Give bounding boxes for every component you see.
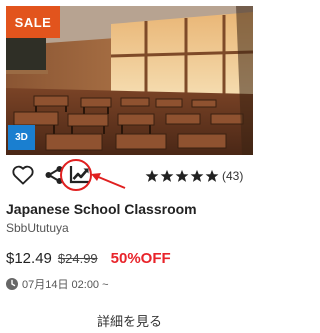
discount-label: 50%OFF bbox=[110, 250, 171, 267]
star-icon bbox=[175, 169, 189, 182]
product-card: SALE 3D (43) Japanese School Classroom S… bbox=[0, 0, 259, 333]
product-title[interactable]: Japanese School Classroom bbox=[6, 201, 197, 217]
current-price: $12.49 bbox=[6, 250, 52, 267]
clock-icon bbox=[6, 278, 18, 290]
author-name[interactable]: SbbUtutuya bbox=[6, 221, 69, 235]
rating: (43) bbox=[145, 167, 243, 185]
sale-badge: SALE bbox=[6, 6, 60, 38]
sale-date: 07月14日 02:00 ~ bbox=[6, 276, 109, 292]
3d-badge: 3D bbox=[8, 125, 35, 150]
star-icon bbox=[145, 169, 159, 182]
like-button[interactable] bbox=[10, 162, 36, 188]
original-price: $24.99 bbox=[57, 251, 98, 266]
rating-count: (43) bbox=[222, 169, 244, 183]
price-row: $12.49 $24.99 50%OFF bbox=[6, 250, 171, 268]
product-thumbnail[interactable]: SALE 3D bbox=[6, 6, 253, 155]
heart-icon bbox=[12, 165, 34, 185]
star-icon bbox=[160, 169, 174, 182]
rating-stars bbox=[145, 169, 219, 183]
view-details-link[interactable]: 詳細を見る bbox=[0, 311, 259, 330]
star-icon bbox=[190, 169, 204, 182]
annotation-arrow bbox=[91, 173, 126, 189]
sale-date-text: 07月14日 02:00 ~ bbox=[22, 279, 109, 291]
star-icon bbox=[205, 169, 219, 182]
